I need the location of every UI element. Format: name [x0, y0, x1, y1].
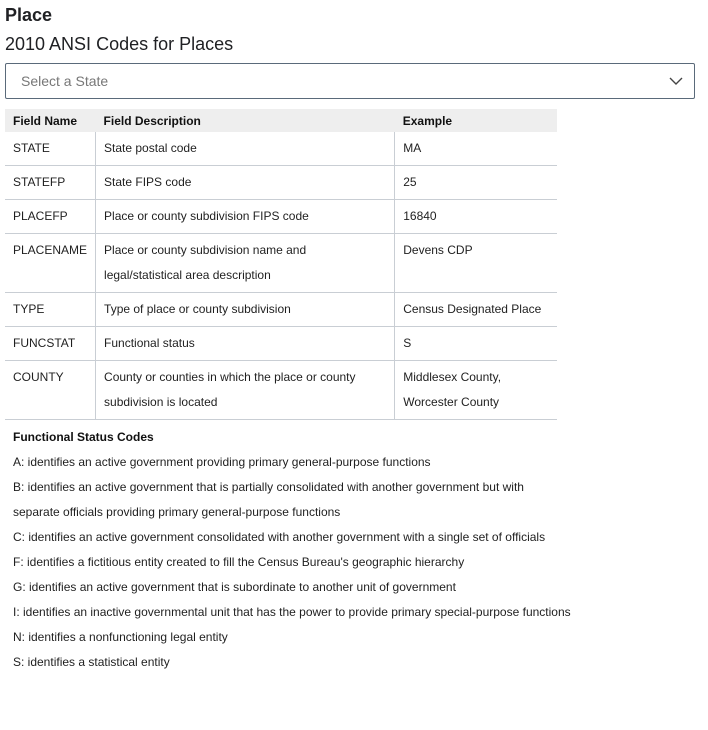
functional-status-code-g: G: identifies an active government that …	[13, 580, 456, 594]
table-row: TYPE Type of place or county subdivision…	[5, 292, 557, 327]
table-header-row: Field Name Field Description Example	[5, 109, 557, 132]
field-table: Field Name Field Description Example STA…	[5, 109, 557, 420]
table-row: STATE State postal code MA	[5, 132, 557, 166]
cell-field-description: County or counties in which the place or…	[95, 360, 395, 420]
cell-field-name: STATE	[5, 132, 96, 166]
cell-example: 25	[394, 165, 557, 200]
page-title: Place	[5, 5, 53, 25]
cell-field-name: FUNCSTAT	[5, 326, 96, 361]
functional-status-title: Functional Status Codes	[13, 430, 154, 444]
table-row: COUNTY County or counties in which the p…	[5, 360, 557, 420]
table-row: STATEFP State FIPS code 25	[5, 165, 557, 200]
cell-example: Census Designated Place	[394, 292, 557, 327]
functional-status-code-f: F: identifies a fictitious entity create…	[13, 555, 465, 569]
cell-example: MA	[394, 132, 557, 166]
functional-status-code-n: N: identifies a nonfunctioning legal ent…	[13, 630, 228, 644]
cell-field-description: State postal code	[95, 132, 395, 166]
column-header-field-description: Field Description	[95, 109, 395, 132]
column-header-example: Example	[394, 109, 557, 132]
page-subtitle: 2010 ANSI Codes for Places	[5, 34, 234, 54]
cell-field-name: COUNTY	[5, 360, 96, 420]
state-select[interactable]: Select a State	[5, 63, 695, 99]
cell-example: S	[394, 326, 557, 361]
cell-field-name: STATEFP	[5, 165, 96, 200]
functional-status-code-s: S: identifies a statistical entity	[13, 655, 170, 669]
cell-field-description: State FIPS code	[95, 165, 395, 200]
cell-field-name: TYPE	[5, 292, 96, 327]
functional-status-code-b: B: identifies an active government that …	[13, 480, 524, 519]
functional-status-code-c: C: identifies an active government conso…	[13, 530, 546, 544]
cell-field-name: PLACENAME	[5, 233, 96, 293]
functional-status-code-i: I: identifies an inactive governmental u…	[13, 605, 571, 619]
cell-field-description: Place or county subdivision name and leg…	[95, 233, 395, 293]
table-row: PLACEFP Place or county subdivision FIPS…	[5, 199, 557, 234]
cell-example: Middlesex County, Worcester County	[394, 360, 557, 420]
cell-field-name: PLACEFP	[5, 199, 96, 234]
functional-status-codes: Functional Status Codes A: identifies an…	[13, 425, 573, 675]
functional-status-code-a: A: identifies an active government provi…	[13, 455, 431, 469]
column-header-field-name: Field Name	[5, 109, 96, 132]
cell-field-description: Place or county subdivision FIPS code	[95, 199, 395, 234]
table-row: FUNCSTAT Functional status S	[5, 326, 557, 361]
state-select-placeholder: Select a State	[21, 73, 109, 89]
cell-example: 16840	[394, 199, 557, 234]
chevron-down-icon[interactable]	[668, 76, 684, 86]
table-row: PLACENAME Place or county subdivision na…	[5, 233, 557, 293]
cell-field-description: Functional status	[95, 326, 395, 361]
cell-field-description: Type of place or county subdivision	[95, 292, 395, 327]
cell-example: Devens CDP	[394, 233, 557, 293]
